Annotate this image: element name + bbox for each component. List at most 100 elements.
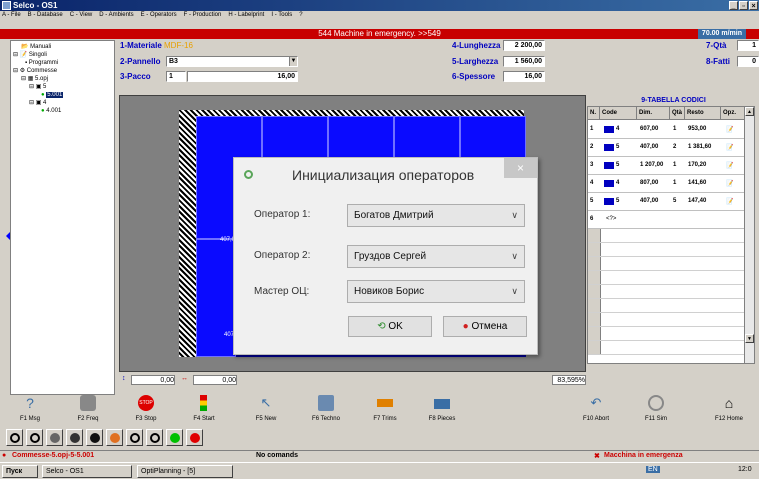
f7-trims-button[interactable]: F7 Trims <box>355 393 415 428</box>
new-cursor-icon: ↖ <box>260 395 272 410</box>
window-title: Selco - OS1 <box>13 1 58 10</box>
tool-button[interactable] <box>86 429 103 446</box>
col-header[interactable]: Qtà <box>670 107 685 120</box>
larghezza-field[interactable]: 1 560,00 <box>503 56 545 67</box>
table-row[interactable]: 44 807,00 1 141,60 📝 <box>588 175 745 193</box>
f1-msg-button[interactable]: ? F1 Msg <box>0 393 60 428</box>
commands-status: No comands <box>256 452 299 459</box>
language-indicator[interactable]: EN <box>646 466 660 473</box>
tree-item-commesse[interactable]: ⊟ ⚙ Commesse <box>13 67 57 75</box>
cancel-button[interactable]: ● Отмена <box>443 316 527 337</box>
table-row[interactable]: 25 407,00 2 1 381,60 📝 <box>588 139 745 157</box>
power-button[interactable] <box>6 429 23 446</box>
minimize-button[interactable]: _ <box>729 1 738 10</box>
menu-view[interactable]: C - View <box>70 11 93 20</box>
close-button[interactable]: × <box>749 1 758 10</box>
tree-item-manuali[interactable]: 📂 Manuali <box>21 43 51 51</box>
techno-icon <box>318 395 334 411</box>
tool-icon <box>90 433 100 443</box>
scroll-down-icon[interactable]: ▼ <box>745 334 754 343</box>
f5-new-button[interactable]: ↖ F5 New <box>236 393 296 428</box>
pacco-stepper[interactable]: 1 <box>166 71 186 82</box>
disabled-tool-button[interactable] <box>66 429 83 446</box>
f2-freq-button[interactable]: F2 Freq <box>58 393 118 428</box>
taskbar-app-selco[interactable]: Selco - OS1 <box>42 465 132 478</box>
lunghezza-field[interactable]: 2 200,00 <box>503 40 545 51</box>
f3-stop-button[interactable]: STOP F3 Stop <box>116 393 176 428</box>
pannello-select[interactable]: B3 ▼ <box>166 56 298 67</box>
menu-file[interactable]: A - File <box>2 11 21 20</box>
f4-start-button[interactable]: F4 Start <box>174 393 234 428</box>
f6-techno-button[interactable]: F6 Techno <box>296 393 356 428</box>
tree-item-5001[interactable]: ● 5.001 <box>41 91 64 99</box>
table-row <box>588 327 745 341</box>
start-button[interactable]: Пуск <box>2 465 38 478</box>
col-header[interactable]: N. <box>588 107 600 120</box>
collapse-arrow-icon[interactable] <box>6 232 10 240</box>
hand-button[interactable] <box>106 429 123 446</box>
tree-item-4[interactable]: ⊟ ▣ 4 <box>29 99 46 107</box>
menu-tools[interactable]: I - Tools <box>271 11 292 20</box>
table-row[interactable]: 55 407,00 5 147,40 📝 <box>588 193 745 211</box>
ok-button[interactable]: ⟲ OK <box>348 316 432 337</box>
bottom-status-bar: ● Commesse-5.opj-5-5.001 No comands ✖ Ma… <box>0 450 759 461</box>
table-scrollbar[interactable]: ▲ ▼ <box>744 107 754 363</box>
tree-item-singoli[interactable]: ⊟ 📝 Singoli <box>13 51 47 59</box>
no-button[interactable] <box>146 429 163 446</box>
circle-button[interactable] <box>126 429 143 446</box>
dialog-close-button[interactable]: × <box>504 158 537 178</box>
frequency-icon <box>80 395 96 411</box>
edit-icon[interactable]: 📝 <box>726 144 733 151</box>
edit-icon[interactable]: 📝 <box>726 180 733 187</box>
emergency-x-icon: ✖ <box>594 453 600 460</box>
disabled-tool-icon <box>70 433 80 443</box>
green-light-button[interactable] <box>166 429 183 446</box>
table-row <box>588 285 745 299</box>
saw-button[interactable] <box>46 429 63 446</box>
table-row[interactable]: 6 <?> <box>588 211 745 229</box>
power-button[interactable] <box>26 429 43 446</box>
piece[interactable] <box>196 239 236 357</box>
tree-item-commessa[interactable]: ⊟ ▦ 5.opj <box>21 75 48 83</box>
table-row <box>588 299 745 313</box>
taskbar-app-optiplanning[interactable]: OptiPlanning - [5] <box>137 465 233 478</box>
f11-sim-button[interactable]: F11 Sim <box>626 393 686 428</box>
master-select[interactable]: Новиков Борис ∨ <box>347 280 525 303</box>
menu-production[interactable]: F - Production <box>184 11 222 20</box>
spessore-field[interactable]: 16,00 <box>503 71 545 82</box>
edit-icon[interactable]: 📝 <box>726 126 733 133</box>
red-light-button[interactable] <box>186 429 203 446</box>
menu-help[interactable]: ? <box>299 11 302 20</box>
menu-ambients[interactable]: D - Ambients <box>99 11 133 20</box>
pacco-extra-field[interactable]: 16,00 <box>187 71 298 82</box>
col-header[interactable]: Code <box>600 107 637 120</box>
refresh-icon: ⟲ <box>377 321 386 332</box>
f10-abort-button[interactable]: ↶ F10 Abort <box>566 393 626 428</box>
operator1-select[interactable]: Богатов Дмитрий ∨ <box>347 204 525 227</box>
menu-labelprint[interactable]: H - Labelprint <box>228 11 264 20</box>
qta-field[interactable]: 1 <box>737 40 759 51</box>
traffic-light-icon <box>200 395 207 411</box>
col-header[interactable]: Dim. <box>637 107 670 120</box>
menu-database[interactable]: B - Database <box>28 11 63 20</box>
tree-item-programmi[interactable]: ▪ Programmi <box>25 59 58 67</box>
menu-operators[interactable]: E - Operators <box>141 11 177 20</box>
col-header[interactable]: Resto <box>685 107 721 120</box>
scroll-up-icon[interactable]: ▲ <box>745 107 754 116</box>
y-coord: 0,00 <box>193 375 237 385</box>
operator2-select[interactable]: Груздов Сергей ∨ <box>347 245 525 268</box>
fatti-field[interactable]: 0 <box>737 56 759 67</box>
tree-item-5[interactable]: ⊟ ▣ 5 <box>29 83 46 91</box>
table-row[interactable]: 35 1 207,00 1 170,20 📝 <box>588 157 745 175</box>
col-header[interactable]: Opz. <box>721 107 745 120</box>
function-key-bar: ? F1 Msg F2 Freq STOP F3 Stop F4 Start ↖ F5… <box>0 393 759 428</box>
table-row[interactable]: 14 607,00 1 953,00 📝 <box>588 121 745 139</box>
edit-icon[interactable]: 📝 <box>726 162 733 169</box>
f12-home-button[interactable]: ⌂ F12 Home <box>699 393 759 428</box>
restore-button[interactable]: ▫ <box>739 1 748 10</box>
job-tree: 📂 Manuali ⊟ 📝 Singoli ▪ Programmi ⊟ ⚙ Co… <box>10 40 115 395</box>
edit-icon[interactable]: 📝 <box>726 198 733 205</box>
tree-item-4001[interactable]: ● 4.001 <box>41 107 61 115</box>
f8-pieces-button[interactable]: F8 Pieces <box>412 393 472 428</box>
emergency-status: Macchina in emergenza <box>604 452 683 459</box>
